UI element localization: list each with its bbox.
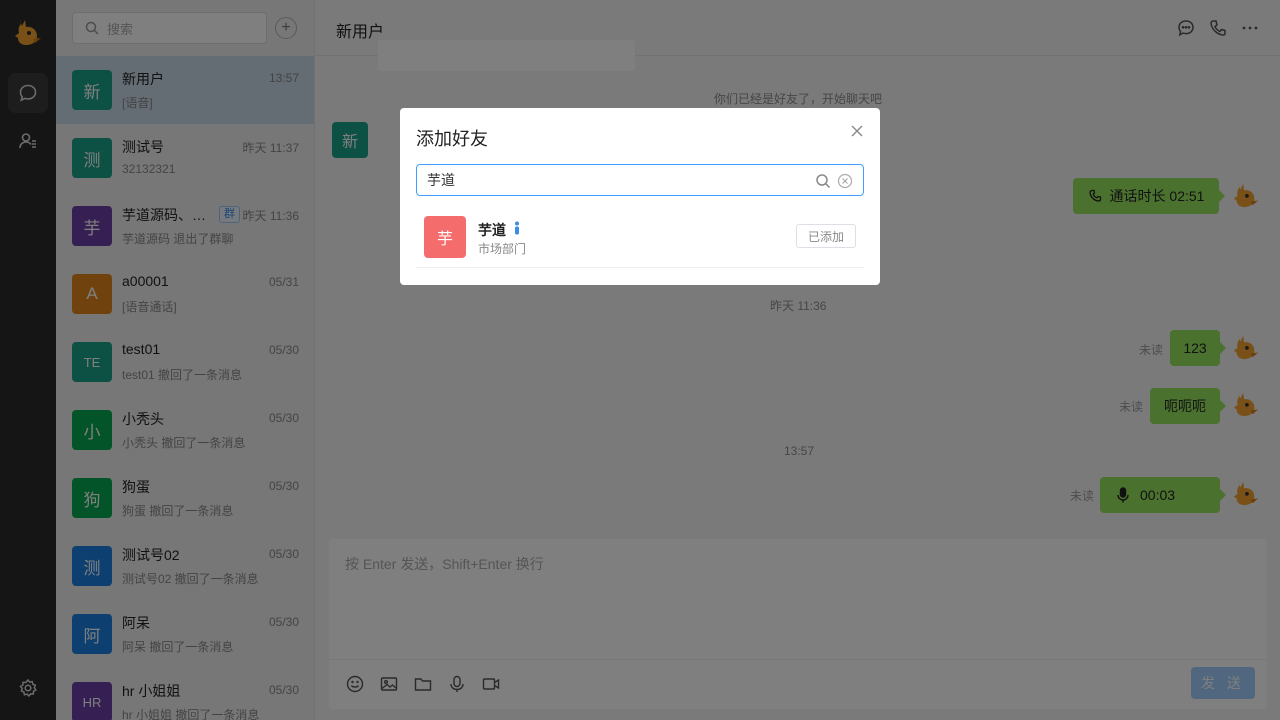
friend-search-field[interactable] — [416, 164, 864, 196]
clear-icon[interactable] — [837, 173, 853, 189]
close-icon[interactable] — [850, 124, 864, 138]
friend-search-input[interactable] — [427, 172, 797, 188]
dialog-title: 添加好友 — [416, 129, 488, 149]
added-button[interactable]: 已添加 — [796, 224, 856, 248]
result-avatar: 芋 — [424, 216, 466, 258]
result-name: 芋道 — [478, 222, 506, 238]
search-icon[interactable] — [815, 173, 831, 189]
male-icon — [515, 221, 519, 235]
add-friend-dialog: 添加好友 芋 芋道 市场部门 已添加 — [400, 108, 880, 285]
search-result-item[interactable]: 芋 芋道 市场部门 已添加 — [416, 204, 864, 268]
result-department: 市场部门 — [478, 242, 527, 256]
